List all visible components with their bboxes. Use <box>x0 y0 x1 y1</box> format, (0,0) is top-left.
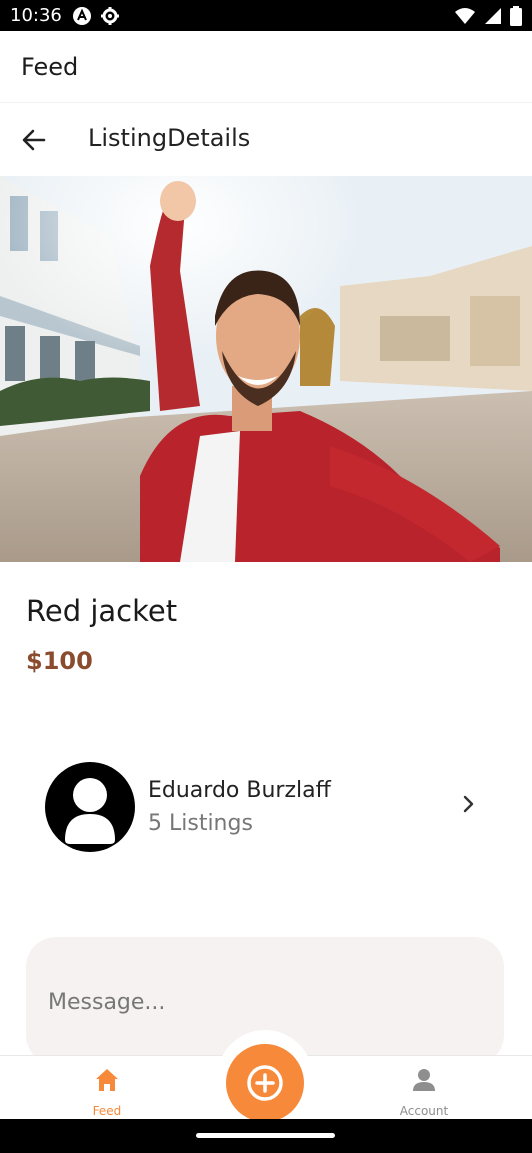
listing-nav-bar: ListingDetails <box>0 104 532 176</box>
seller-name: Eduardo Burzlaff <box>148 778 331 803</box>
message-input[interactable] <box>46 981 480 1023</box>
home-gesture-handle[interactable] <box>196 1133 335 1138</box>
tab-feed[interactable]: Feed <box>47 1056 167 1120</box>
screen-title: ListingDetails <box>88 124 251 152</box>
person-avatar-icon <box>45 762 135 852</box>
tab-account[interactable]: Account <box>364 1056 484 1120</box>
seller-listing-count: 5 Listings <box>148 811 253 836</box>
battery-icon <box>510 5 522 26</box>
wifi-icon <box>455 7 475 24</box>
tab-account-label: Account <box>399 1104 449 1118</box>
person-icon <box>413 1069 435 1091</box>
add-listing-button[interactable] <box>226 1044 304 1122</box>
listing-photo <box>0 176 532 562</box>
chevron-right-icon[interactable] <box>458 794 478 814</box>
status-bar: 10:36 <box>0 0 532 31</box>
plus-icon <box>247 1065 283 1101</box>
gesture-navigation-bar <box>0 1119 532 1153</box>
seller-row[interactable]: Eduardo Burzlaff 5 Listings <box>40 758 500 858</box>
listing-price: $100 <box>26 647 93 675</box>
status-time: 10:36 <box>10 5 62 26</box>
signal-icon <box>485 7 501 24</box>
back-arrow-icon[interactable] <box>20 126 48 154</box>
home-icon <box>96 1069 118 1091</box>
settings-gear-icon <box>100 6 119 25</box>
listing-photo-illustration <box>0 176 532 562</box>
listing-title: Red jacket <box>26 594 178 628</box>
tab-feed-label: Feed <box>92 1104 122 1118</box>
app-header: Feed <box>0 31 532 103</box>
app-a-icon <box>72 6 91 25</box>
page-title: Feed <box>21 52 79 81</box>
